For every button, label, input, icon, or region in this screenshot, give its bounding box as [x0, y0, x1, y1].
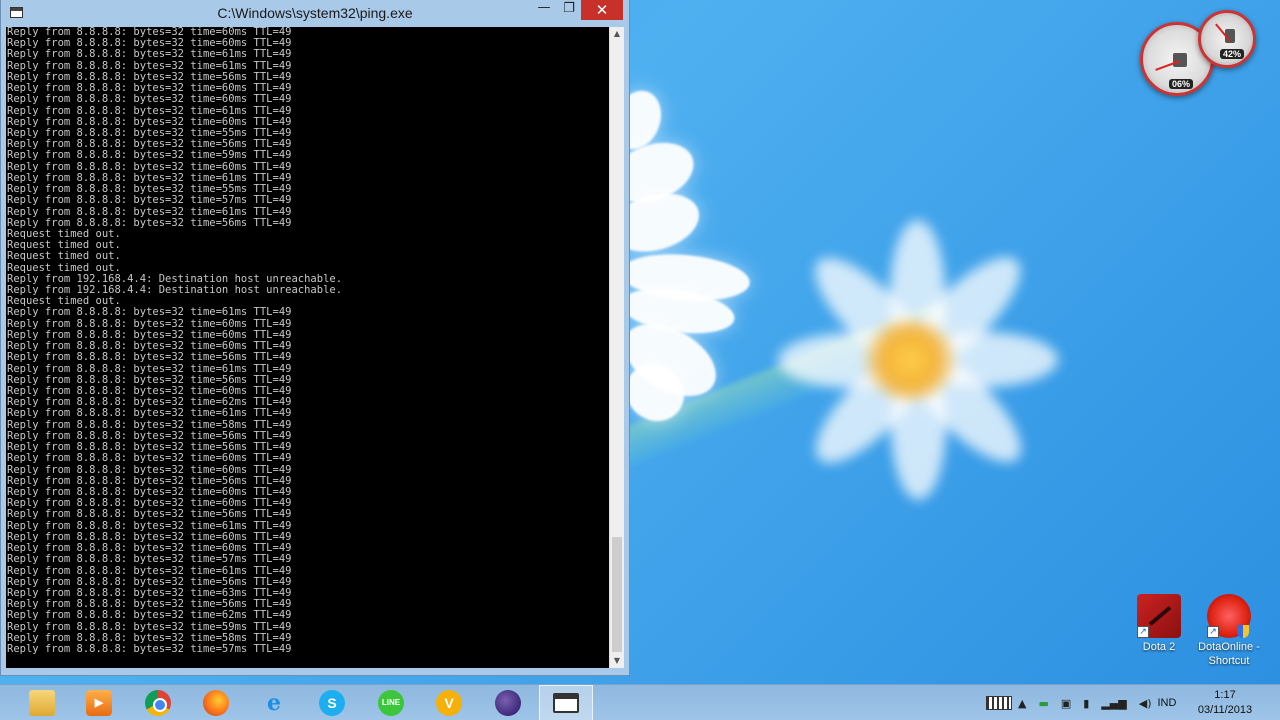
- scroll-thumb[interactable]: [612, 537, 622, 652]
- console-line: Reply from 8.8.8.8: bytes=32 time=61ms T…: [7, 48, 292, 61]
- desktop-icon-label: DotaOnline - Shortcut: [1198, 641, 1260, 667]
- restore-button[interactable]: ❐: [557, 0, 581, 20]
- taskbar: ▶ e S LINE V ▲ ▬ ▣ ▮ ▂▄▆ ◀) IND 1:17 03/…: [0, 684, 1280, 720]
- taskbar-internet-explorer[interactable]: e: [247, 685, 301, 720]
- uac-shield-icon: [1237, 625, 1249, 638]
- system-tray: ▲ ▬ ▣ ▮ ▂▄▆ ◀) IND: [986, 685, 1176, 720]
- console-line: Reply from 8.8.8.8: bytes=32 time=59ms T…: [7, 149, 292, 162]
- scroll-down-arrow-icon[interactable]: ▼: [610, 654, 624, 668]
- taskbar-skype[interactable]: S: [305, 685, 359, 720]
- memory-meter-gadget[interactable]: 42%: [1198, 10, 1256, 68]
- taskbar-line[interactable]: LINE: [364, 685, 418, 720]
- taskbar-v-app[interactable]: V: [422, 685, 476, 720]
- ie-icon: e: [267, 690, 281, 716]
- title-bar[interactable]: C:\Windows\system32\ping.exe — ❐ ✕: [1, 0, 629, 27]
- desktop-icon-dota2[interactable]: ↗ Dota 2: [1126, 594, 1192, 654]
- battery-icon[interactable]: ▮: [1083, 697, 1089, 710]
- input-language[interactable]: IND: [1158, 697, 1177, 709]
- eclipse-icon: [495, 690, 521, 716]
- scroll-up-arrow-icon[interactable]: ▲: [610, 27, 624, 41]
- taskbar-file-explorer[interactable]: [15, 685, 69, 720]
- shortcut-arrow-icon: ↗: [1207, 626, 1219, 638]
- network-app-icon[interactable]: ▬: [1038, 697, 1048, 710]
- clock-date: 03/11/2013: [1197, 704, 1253, 716]
- ping-console-window[interactable]: C:\Windows\system32\ping.exe — ❐ ✕ Reply…: [0, 0, 630, 676]
- console-icon: [553, 693, 579, 713]
- console-line: Reply from 8.8.8.8: bytes=32 time=57ms T…: [7, 194, 292, 207]
- taskbar-firefox[interactable]: [189, 685, 243, 720]
- taskbar-chrome[interactable]: [131, 685, 185, 720]
- memory-usage-value: 42%: [1220, 49, 1245, 59]
- line-icon: LINE: [378, 690, 404, 716]
- dotaonline-icon: ↗: [1207, 594, 1251, 638]
- taskbar-media-player[interactable]: ▶: [72, 685, 126, 720]
- vertical-scrollbar[interactable]: ▲ ▼: [609, 27, 624, 668]
- firefox-icon: [203, 690, 229, 716]
- cpu-icon: [1173, 53, 1187, 67]
- clock[interactable]: 1:17 03/11/2013: [1192, 688, 1258, 718]
- shortcut-arrow-icon: ↗: [1137, 626, 1149, 638]
- cpu-usage-value: 06%: [1169, 79, 1194, 89]
- folder-icon: [29, 690, 55, 716]
- console-line: Reply from 8.8.8.8: bytes=32 time=61ms T…: [7, 306, 292, 319]
- console-line: Reply from 8.8.8.8: bytes=32 time=61ms T…: [7, 407, 292, 420]
- console-line: Reply from 8.8.8.8: bytes=32 time=60ms T…: [7, 93, 292, 106]
- console-line: Reply from 8.8.8.8: bytes=32 time=62ms T…: [7, 609, 292, 622]
- chrome-icon: [145, 690, 171, 716]
- skype-icon: S: [319, 690, 345, 716]
- wallpaper-flower: [760, 200, 1080, 520]
- show-hidden-icons-icon[interactable]: ▲: [1018, 697, 1026, 710]
- desktop-icon-label: Dota 2: [1142, 641, 1176, 653]
- dota2-icon: ↗: [1137, 594, 1181, 638]
- console-line: Request timed out.: [7, 250, 121, 263]
- media-player-icon: ▶: [86, 690, 112, 716]
- desktop-icon-dotaonline[interactable]: ↗ DotaOnline - Shortcut: [1196, 594, 1262, 668]
- wifi-signal-icon[interactable]: ▂▄▆: [1101, 697, 1126, 710]
- console-line: Reply from 8.8.8.8: bytes=32 time=57ms T…: [7, 553, 292, 566]
- console-output[interactable]: Reply from 8.8.8.8: bytes=32 time=60ms T…: [6, 27, 609, 668]
- console-line: Reply from 8.8.8.8: bytes=32 time=56ms T…: [7, 508, 292, 521]
- console-text: Reply from 8.8.8.8: bytes=32 time=60ms T…: [6, 27, 609, 655]
- console-line: Reply from 8.8.8.8: bytes=32 time=56ms T…: [7, 351, 292, 364]
- console-line: Reply from 8.8.8.8: bytes=32 time=60ms T…: [7, 452, 292, 465]
- display-icon[interactable]: ▣: [1061, 697, 1071, 710]
- close-button[interactable]: ✕: [581, 0, 623, 20]
- clock-time: 1:17: [1214, 689, 1236, 701]
- minimize-button[interactable]: —: [531, 0, 557, 20]
- v-icon: V: [436, 690, 462, 716]
- touch-keyboard-icon[interactable]: [986, 696, 1012, 710]
- volume-icon[interactable]: ◀): [1139, 697, 1152, 710]
- taskbar-eclipse[interactable]: [481, 685, 535, 720]
- console-line: Reply from 8.8.8.8: bytes=32 time=57ms T…: [7, 643, 292, 656]
- taskbar-ping-console[interactable]: [539, 685, 593, 720]
